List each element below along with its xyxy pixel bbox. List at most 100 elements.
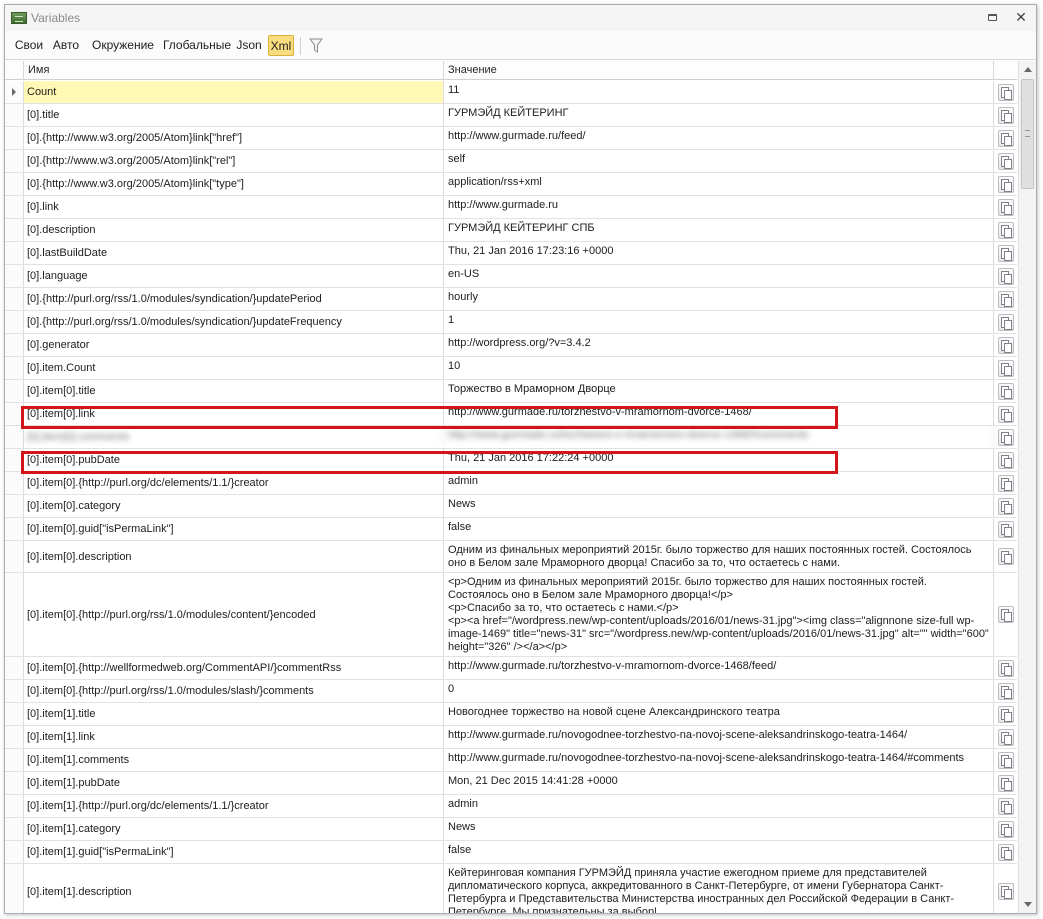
restore-icon[interactable]: [985, 11, 999, 24]
variable-value-cell[interactable]: http://www.gurmade.ru/torzhestvo-v-mramo…: [444, 426, 994, 448]
variable-name-cell[interactable]: [0].item[0].link: [24, 403, 444, 425]
row-indicator[interactable]: [5, 334, 24, 356]
variable-value-cell[interactable]: hourly: [444, 288, 994, 310]
tab-auto[interactable]: Авто: [50, 35, 82, 56]
row-indicator[interactable]: [5, 518, 24, 540]
copy-value-button[interactable]: [995, 680, 1017, 702]
copy-value-button[interactable]: [995, 334, 1017, 356]
variable-value-cell[interactable]: Mon, 21 Dec 2015 14:41:28 +0000: [444, 772, 994, 794]
table-row[interactable]: [0].item[1].description Кейтеринговая ком…: [5, 864, 1017, 913]
variable-value-cell[interactable]: Кейтеринговая компания ГУРМЭЙД приняла у…: [444, 864, 994, 913]
row-indicator[interactable]: [5, 403, 24, 425]
row-indicator[interactable]: [5, 426, 24, 448]
variable-value-cell[interactable]: 10: [444, 357, 994, 379]
table-row[interactable]: [0].item[1].title Новогоднее торжество на…: [5, 703, 1017, 726]
variable-value-cell[interactable]: http://www.gurmade.ru/novogodnee-torzhes…: [444, 726, 994, 748]
tab-own[interactable]: Свои: [13, 35, 45, 56]
row-indicator[interactable]: [5, 795, 24, 817]
variable-name-cell[interactable]: [0].item[1].link: [24, 726, 444, 748]
variable-name-cell[interactable]: [0].item[0].pubDate: [24, 449, 444, 471]
row-indicator[interactable]: [5, 772, 24, 794]
copy-value-button[interactable]: [995, 81, 1017, 103]
copy-value-button[interactable]: [995, 127, 1017, 149]
copy-value-button[interactable]: [995, 864, 1017, 913]
variable-value-cell[interactable]: self: [444, 150, 994, 172]
table-row[interactable]: [0].item[1].category News: [5, 818, 1017, 841]
row-indicator[interactable]: [5, 841, 24, 863]
row-indicator[interactable]: [5, 219, 24, 241]
variable-name-cell[interactable]: [0].generator: [24, 334, 444, 356]
table-row[interactable]: [0].item[0].title Торжество в Мраморном Д…: [5, 380, 1017, 403]
close-icon[interactable]: ✕: [1013, 9, 1029, 25]
variable-value-cell[interactable]: admin: [444, 472, 994, 494]
tab-json[interactable]: Json: [235, 35, 263, 56]
variable-name-cell[interactable]: [0].language: [24, 265, 444, 287]
variable-name-cell[interactable]: [0].item[1].guid["isPermaLink"]: [24, 841, 444, 863]
copy-value-button[interactable]: [995, 150, 1017, 172]
copy-value-button[interactable]: [995, 449, 1017, 471]
copy-value-button[interactable]: [995, 573, 1017, 656]
variable-value-cell[interactable]: Одним из финальных мероприятий 2015г. бы…: [444, 541, 994, 572]
table-row[interactable]: [0].item[0].description Одним из финальны…: [5, 541, 1017, 573]
copy-value-button[interactable]: [995, 772, 1017, 794]
filter-icon[interactable]: [305, 36, 327, 56]
table-row[interactable]: [0].generator http://wordpress.org/?v=3.4…: [5, 334, 1017, 357]
row-indicator[interactable]: [5, 657, 24, 679]
row-indicator[interactable]: [5, 173, 24, 195]
table-row[interactable]: [0].item[0].comments http://www.gurmade.r…: [5, 426, 1017, 449]
table-row[interactable]: [0].item[0].{http://wellformedweb.org/Co…: [5, 657, 1017, 680]
table-row[interactable]: [0].lastBuildDate Thu, 21 Jan 2016 17:23:…: [5, 242, 1017, 265]
copy-value-button[interactable]: [995, 541, 1017, 572]
scroll-down-arrow-icon[interactable]: [1019, 896, 1036, 913]
variable-name-cell[interactable]: [0].item[1].description: [24, 864, 444, 913]
row-indicator[interactable]: [5, 311, 24, 333]
variable-name-cell[interactable]: [0].item[0].category: [24, 495, 444, 517]
variable-value-cell[interactable]: <p>Одним из финальных мероприятий 2015г.…: [444, 573, 994, 656]
variable-name-cell[interactable]: [0].item[0].{http://purl.org/rss/1.0/mod…: [24, 573, 444, 656]
table-row[interactable]: Count 11: [5, 81, 1017, 104]
variable-name-cell[interactable]: [0].item[0].{http://wellformedweb.org/Co…: [24, 657, 444, 679]
variable-value-cell[interactable]: http://www.gurmade.ru/torzhestvo-v-mramo…: [444, 403, 994, 425]
copy-value-button[interactable]: [995, 173, 1017, 195]
copy-value-button[interactable]: [995, 726, 1017, 748]
variable-name-cell[interactable]: [0].item[1].title: [24, 703, 444, 725]
tab-global[interactable]: Глобальные: [161, 35, 233, 56]
variable-value-cell[interactable]: admin: [444, 795, 994, 817]
copy-value-button[interactable]: [995, 219, 1017, 241]
variable-name-cell[interactable]: [0].item[0].guid["isPermaLink"]: [24, 518, 444, 540]
variable-value-cell[interactable]: News: [444, 495, 994, 517]
table-row[interactable]: [0].item[0].link http://www.gurmade.ru/to…: [5, 403, 1017, 426]
variable-name-cell[interactable]: [0].item[0].description: [24, 541, 444, 572]
row-indicator[interactable]: [5, 288, 24, 310]
row-indicator[interactable]: [5, 749, 24, 771]
variable-value-cell[interactable]: http://www.gurmade.ru: [444, 196, 994, 218]
vertical-scrollbar[interactable]: [1018, 61, 1036, 913]
copy-value-button[interactable]: [995, 196, 1017, 218]
variable-value-cell[interactable]: Торжество в Мраморном Дворце: [444, 380, 994, 402]
variable-value-cell[interactable]: false: [444, 841, 994, 863]
variable-value-cell[interactable]: News: [444, 818, 994, 840]
variable-value-cell[interactable]: application/rss+xml: [444, 173, 994, 195]
row-indicator[interactable]: [5, 449, 24, 471]
variable-value-cell[interactable]: http://www.gurmade.ru/torzhestvo-v-mramo…: [444, 657, 994, 679]
table-row[interactable]: [0].{http://purl.org/rss/1.0/modules/syn…: [5, 311, 1017, 334]
copy-value-button[interactable]: [995, 357, 1017, 379]
copy-value-button[interactable]: [995, 518, 1017, 540]
variable-name-cell[interactable]: [0].{http://purl.org/rss/1.0/modules/syn…: [24, 311, 444, 333]
copy-value-button[interactable]: [995, 749, 1017, 771]
variable-value-cell[interactable]: en-US: [444, 265, 994, 287]
variable-name-cell[interactable]: [0].item[1].{http://purl.org/dc/elements…: [24, 795, 444, 817]
table-row[interactable]: [0].item[0].{http://purl.org/dc/elements…: [5, 472, 1017, 495]
row-indicator[interactable]: [5, 357, 24, 379]
variable-name-cell[interactable]: [0].item[0].title: [24, 380, 444, 402]
table-row[interactable]: [0].item[0].category News: [5, 495, 1017, 518]
variable-name-cell[interactable]: [0].item[1].category: [24, 818, 444, 840]
variable-value-cell[interactable]: ГУРМЭЙД КЕЙТЕРИНГ: [444, 104, 994, 126]
row-indicator[interactable]: [5, 573, 24, 656]
table-row[interactable]: [0].item[0].{http://purl.org/rss/1.0/mod…: [5, 680, 1017, 703]
variable-name-cell[interactable]: [0].{http://purl.org/rss/1.0/modules/syn…: [24, 288, 444, 310]
copy-value-button[interactable]: [995, 703, 1017, 725]
variable-name-cell[interactable]: [0].{http://www.w3.org/2005/Atom}link["r…: [24, 150, 444, 172]
table-row[interactable]: [0].item[1].{http://purl.org/dc/elements…: [5, 795, 1017, 818]
variable-name-cell[interactable]: [0].item[1].pubDate: [24, 772, 444, 794]
